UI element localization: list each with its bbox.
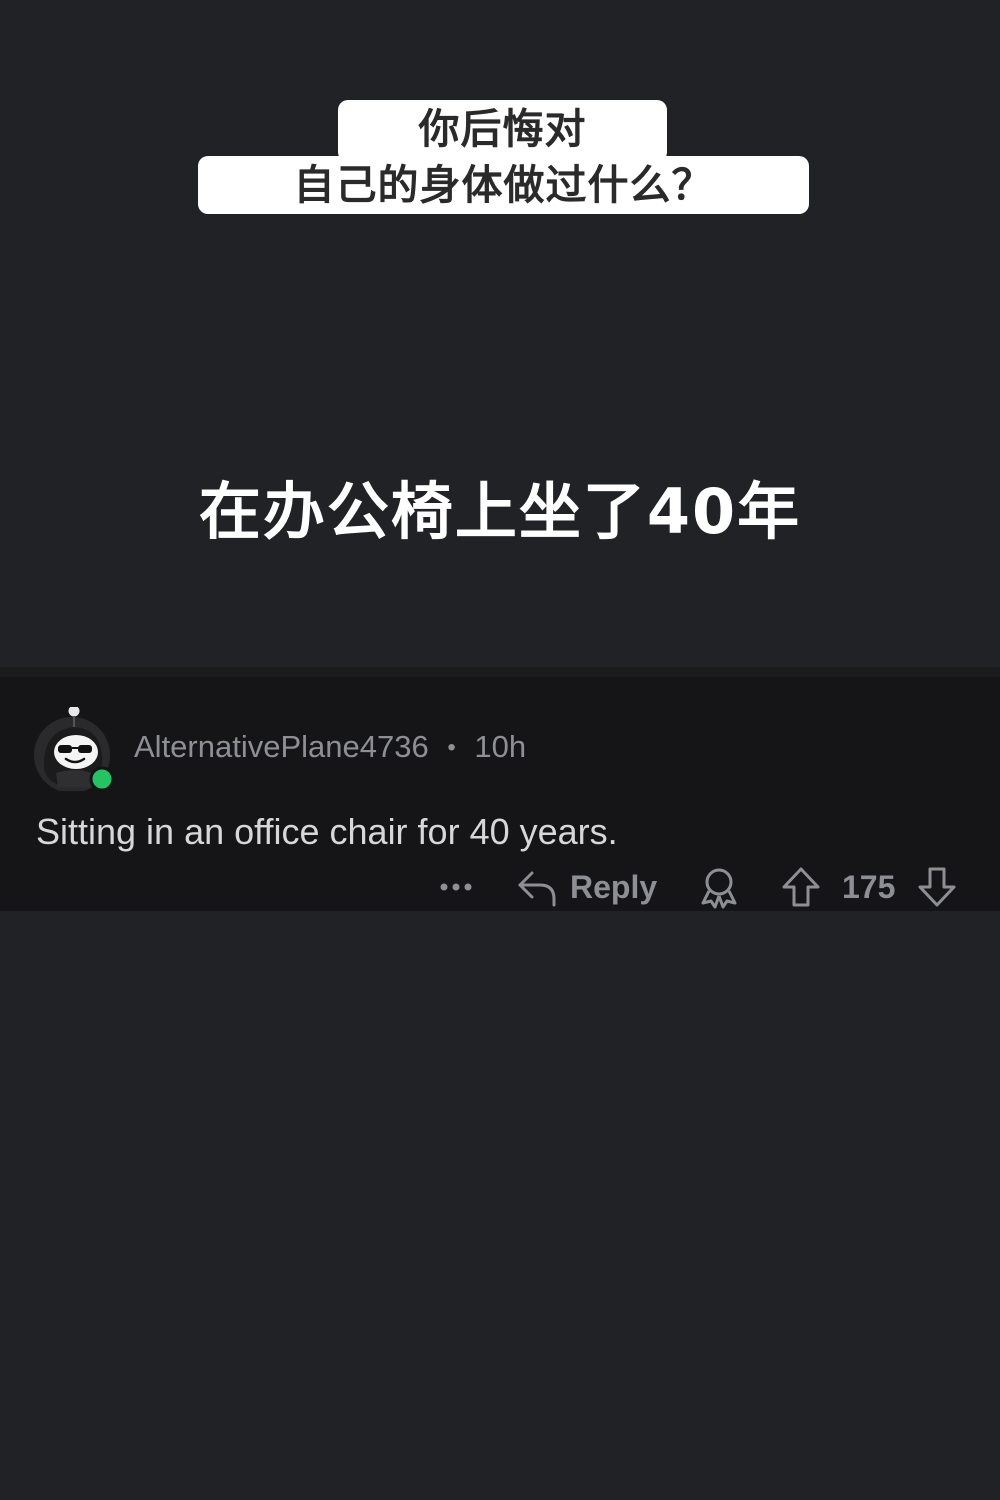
comment-body: Sitting in an office chair for 40 years. <box>36 811 618 852</box>
comment-card: AlternativePlane4736 • 10h Sitting in an… <box>0 667 1000 911</box>
question-bubble-line2: 自己的身体做过什么？ <box>198 156 809 214</box>
downvote-button[interactable] <box>916 865 958 909</box>
reply-arrow-icon <box>518 871 556 907</box>
award-button[interactable] <box>698 865 740 909</box>
translation-caption: 在办公椅上坐了40年 <box>198 475 802 548</box>
comment-meta: AlternativePlane4736 • 10h <box>134 727 526 767</box>
question-bubble-line1: 你后悔对 <box>338 100 667 162</box>
downvote-arrow-icon <box>918 867 956 907</box>
upvote-button[interactable] <box>780 865 822 909</box>
vote-score: 175 <box>842 869 896 905</box>
username-link[interactable]: AlternativePlane4736 <box>134 729 429 764</box>
more-dots-icon <box>440 883 472 891</box>
upvote-arrow-icon <box>782 867 820 907</box>
user-avatar[interactable] <box>30 707 115 792</box>
more-options-button[interactable] <box>436 865 478 909</box>
comment-timestamp: 10h <box>474 729 527 764</box>
comment-actions: Reply 175 <box>0 865 1000 913</box>
award-icon <box>701 868 737 909</box>
online-status-icon <box>89 766 115 792</box>
reply-button[interactable]: Reply <box>516 865 657 909</box>
reply-label: Reply <box>570 868 658 905</box>
meta-separator: • <box>447 734 456 761</box>
